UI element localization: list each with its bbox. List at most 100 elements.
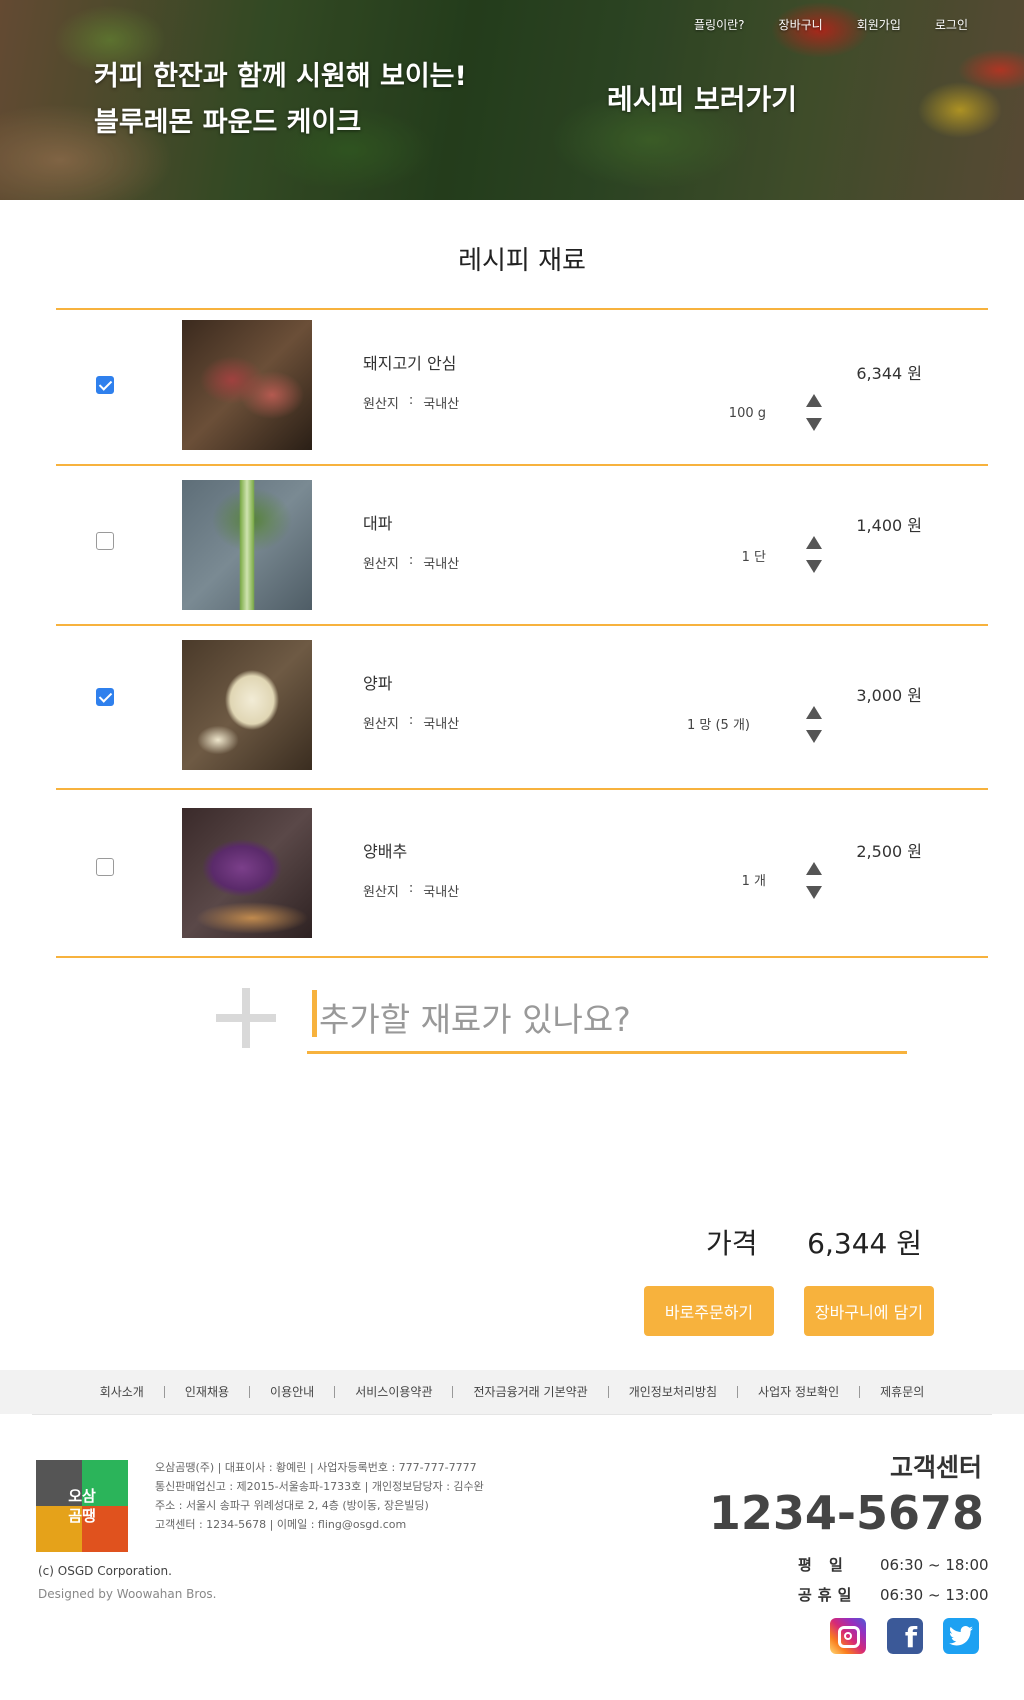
footer-link-business-info[interactable]: 사업자 정보확인 (737, 1386, 859, 1398)
hero-headline-line2: 블루레몬 파운드 케이크 (94, 107, 362, 138)
customer-center-hours: 평 일 06:30 ~ 18:00 공휴일 06:30 ~ 13:00 (798, 1550, 989, 1610)
ingredient-quantity: 100 g (728, 406, 766, 421)
origin-label: 원산지 (363, 397, 399, 412)
list-bottom-divider (56, 956, 988, 958)
ingredient-name: 양배추 (363, 842, 408, 861)
footer-divider (32, 1414, 992, 1415)
increase-arrow-icon[interactable] (806, 536, 822, 549)
ingredient-quantity: 1 개 (741, 874, 766, 889)
decrease-arrow-icon[interactable] (806, 730, 822, 743)
holiday-hours: 06:30 ~ 13:00 (880, 1586, 989, 1604)
top-nav: 플링이란? 장바구니 회원가입 로그인 (694, 16, 968, 33)
nav-signup[interactable]: 회원가입 (857, 16, 901, 33)
origin-label: 원산지 (363, 885, 399, 900)
origin-separator: : (408, 553, 414, 568)
ingredient-origin: 원산지 : 국내산 (363, 553, 459, 572)
origin-value: 국내산 (423, 557, 460, 572)
input-caret (312, 990, 317, 1037)
company-info: 오삼곰땡(주) | 대표이사 : 황예린 | 사업자등록번호 : 777-777… (155, 1458, 484, 1534)
ingredient-name: 대파 (363, 514, 393, 533)
ingredient-price: 2,500 원 (856, 842, 922, 861)
ingredient-price: 6,344 원 (856, 364, 922, 383)
quantity-stepper[interactable] (806, 536, 822, 576)
decrease-arrow-icon[interactable] (806, 418, 822, 431)
increase-arrow-icon[interactable] (806, 862, 822, 875)
origin-value: 국내산 (423, 717, 460, 732)
total-price-label: 가격 (706, 1227, 758, 1260)
designed-by: Designed by Woowahan Bros. (38, 1587, 217, 1601)
customer-center-phone: 1234-5678 (708, 1486, 984, 1540)
instagram-icon[interactable] (830, 1618, 866, 1654)
view-recipe-link[interactable]: 레시피 보러가기 (607, 78, 797, 118)
footer-link-finance-terms[interactable]: 전자금융거래 기본약관 (452, 1386, 607, 1398)
ingredient-origin: 원산지 : 국내산 (363, 393, 459, 412)
ingredient-quantity: 1 단 (741, 550, 766, 565)
add-to-cart-button[interactable]: 장바구니에 담기 (804, 1286, 934, 1336)
ingredient-name: 돼지고기 안심 (363, 354, 457, 373)
footer-nav: 회사소개 인재채용 이용안내 서비스이용약관 전자금융거래 기본약관 개인정보처… (0, 1370, 1024, 1414)
hero-headline-line1: 커피 한잔과 함께 시원해 보이는! (94, 61, 467, 92)
footer-link-company[interactable]: 회사소개 (80, 1386, 164, 1398)
nav-about[interactable]: 플링이란? (694, 16, 745, 33)
decrease-arrow-icon[interactable] (806, 560, 822, 573)
ingredient-origin: 원산지 : 국내산 (363, 713, 459, 732)
quantity-stepper[interactable] (806, 706, 822, 746)
copyright: (c) OSGD Corporation. (38, 1564, 172, 1578)
origin-separator: : (408, 713, 414, 728)
ingredient-row: 양파 원산지 : 국내산 1 망 (5 개) 3,000 원 (56, 624, 988, 788)
weekday-label: 평 일 (798, 1556, 849, 1574)
pork-tenderloin-image (182, 320, 312, 450)
footer-link-privacy[interactable]: 개인정보처리방침 (607, 1386, 737, 1398)
add-ingredient-input[interactable] (307, 988, 907, 1054)
facebook-icon[interactable]: f (887, 1618, 923, 1654)
origin-separator: : (408, 393, 414, 408)
decrease-arrow-icon[interactable] (806, 886, 822, 899)
logo-text-line2: 곰땡 (68, 1507, 96, 1525)
footer-link-guide[interactable]: 이용안내 (249, 1386, 334, 1398)
increase-arrow-icon[interactable] (806, 394, 822, 407)
origin-value: 국내산 (423, 885, 460, 900)
logo-text-line1: 오삼 (68, 1487, 96, 1505)
ingredient-checkbox[interactable] (96, 688, 114, 706)
origin-label: 원산지 (363, 557, 399, 572)
red-cabbage-image (182, 808, 312, 938)
ingredient-checkbox[interactable] (96, 532, 114, 550)
nav-cart[interactable]: 장바구니 (779, 16, 823, 33)
company-info-line: 고객센터 : 1234-5678 | 이메일 : fling@osgd.com (155, 1518, 407, 1531)
weekday-hours: 06:30 ~ 18:00 (880, 1556, 989, 1574)
ingredient-row: 양배추 원산지 : 국내산 1 개 2,500 원 (56, 788, 988, 956)
quantity-stepper[interactable] (806, 394, 822, 434)
company-info-line: 통신판매업신고 : 제2015-서울송파-1733호 | 개인정보담당자 : 김… (155, 1480, 484, 1493)
plus-icon[interactable] (216, 988, 276, 1048)
company-info-line: 오삼곰땡(주) | 대표이사 : 황예린 | 사업자등록번호 : 777-777… (155, 1461, 477, 1474)
ingredient-price: 1,400 원 (856, 516, 922, 535)
nav-login[interactable]: 로그인 (935, 16, 968, 33)
hero-banner: 커피 한잔과 함께 시원해 보이는! 블루레몬 파운드 케이크 레시피 보러가기… (0, 0, 1024, 200)
origin-value: 국내산 (423, 397, 460, 412)
ingredient-checkbox[interactable] (96, 858, 114, 876)
ingredient-row: 돼지고기 안심 원산지 : 국내산 100 g 6,344 원 (56, 308, 988, 464)
section-title: 레시피 재료 (458, 246, 586, 276)
increase-arrow-icon[interactable] (806, 706, 822, 719)
ingredient-quantity: 1 망 (5 개) (686, 718, 750, 733)
twitter-icon[interactable] (943, 1618, 979, 1654)
origin-label: 원산지 (363, 717, 399, 732)
green-onion-image (182, 480, 312, 610)
holiday-label: 공휴일 (798, 1586, 858, 1604)
ingredient-checkbox[interactable] (96, 376, 114, 394)
footer-link-partnership[interactable]: 제휴문의 (859, 1386, 944, 1398)
ingredient-price: 3,000 원 (856, 686, 922, 705)
quantity-stepper[interactable] (806, 862, 822, 902)
ingredient-origin: 원산지 : 국내산 (363, 881, 459, 900)
onion-image (182, 640, 312, 770)
company-logo: 오삼 곰땡 (36, 1460, 128, 1552)
ingredient-name: 양파 (363, 674, 393, 693)
customer-center-title: 고객센터 (889, 1453, 982, 1482)
footer-link-careers[interactable]: 인재채용 (163, 1386, 249, 1398)
ingredient-row: 대파 원산지 : 국내산 1 단 1,400 원 (56, 464, 988, 624)
total-price-value: 6,344 원 (807, 1227, 922, 1260)
company-info-line: 주소 : 서울시 송파구 위례성대로 2, 4층 (방이동, 장은빌딩) (155, 1499, 429, 1512)
footer-link-terms[interactable]: 서비스이용약관 (334, 1386, 452, 1398)
order-now-button[interactable]: 바로주문하기 (644, 1286, 774, 1336)
origin-separator: : (408, 881, 414, 896)
